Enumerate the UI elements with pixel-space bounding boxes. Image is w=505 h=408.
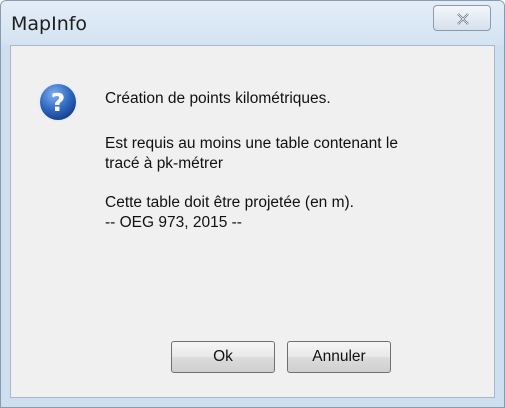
dialog-window: MapInfo ? Création de points kilométriqu… — [0, 0, 505, 408]
cancel-button[interactable]: Annuler — [287, 341, 391, 373]
message-line-4: -- OEG 973, 2015 -- — [105, 214, 242, 231]
close-button[interactable] — [433, 5, 491, 31]
window-title: MapInfo — [11, 13, 88, 35]
message-line-2a: Est requis au moins une table contenant … — [105, 135, 398, 152]
message-line-1: Création de points kilométriques. — [105, 90, 331, 107]
ok-button[interactable]: Ok — [171, 341, 275, 373]
question-icon: ? — [38, 82, 78, 122]
close-icon — [457, 13, 469, 25]
title-bar[interactable]: MapInfo — [1, 1, 504, 45]
message-line-3: Cette table doit être projetée (en m). — [105, 194, 354, 211]
message-line-2b: tracé à pk-métrer — [105, 155, 224, 172]
svg-text:?: ? — [51, 88, 66, 117]
